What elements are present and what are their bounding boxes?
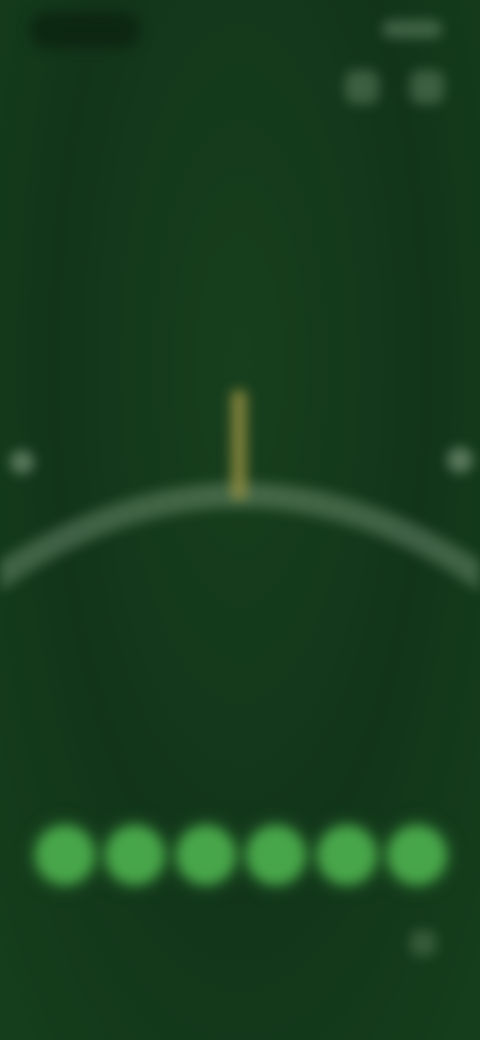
status-bar-pill xyxy=(30,12,140,48)
gauge-left-marker xyxy=(10,450,34,474)
status-bar-icons xyxy=(382,20,442,38)
gauge-arc xyxy=(0,482,480,592)
history-icon[interactable] xyxy=(345,70,379,104)
pin-dots xyxy=(36,826,446,886)
pin-dot xyxy=(387,826,446,884)
stat-left xyxy=(58,190,148,200)
settings-icon[interactable] xyxy=(410,70,444,104)
pin-dot xyxy=(317,826,376,884)
blurred-content xyxy=(0,0,480,1040)
gauge-right-marker xyxy=(447,447,473,473)
gauge-needle xyxy=(231,390,247,500)
stat-right xyxy=(335,190,425,200)
pin-dot xyxy=(36,826,94,884)
screen xyxy=(0,0,480,1040)
expand-icon[interactable] xyxy=(410,930,436,956)
pin-dot xyxy=(176,826,235,884)
arc-gauge xyxy=(0,390,480,592)
pin-dot xyxy=(247,826,306,884)
pin-dot xyxy=(106,826,165,884)
